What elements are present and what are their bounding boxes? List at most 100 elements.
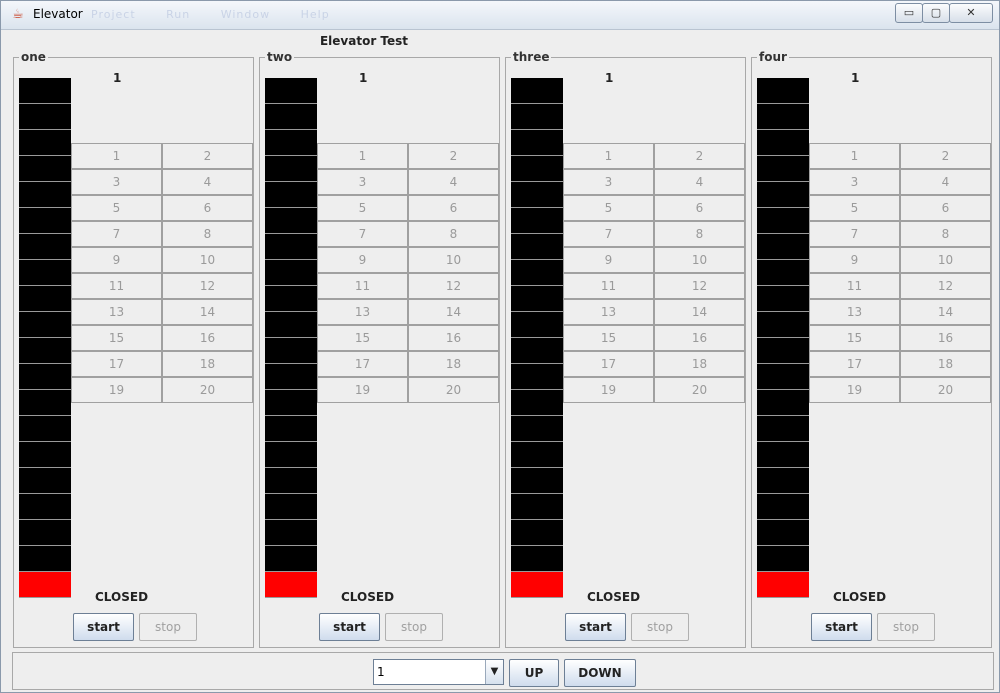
floor-button[interactable]: 12 <box>654 273 745 299</box>
floor-button[interactable]: 11 <box>71 273 162 299</box>
floor-button[interactable]: 18 <box>654 351 745 377</box>
floor-button[interactable]: 6 <box>654 195 745 221</box>
floor-button[interactable]: 11 <box>317 273 408 299</box>
floor-button[interactable]: 20 <box>900 377 991 403</box>
floor-button[interactable]: 9 <box>563 247 654 273</box>
floor-button[interactable]: 4 <box>162 169 253 195</box>
stop-button[interactable]: stop <box>385 613 443 641</box>
floor-button[interactable]: 4 <box>900 169 991 195</box>
floor-button[interactable]: 16 <box>408 325 499 351</box>
title-bar[interactable]: ☕ Elevator Project Run Window Help ▭ ▢ ✕ <box>1 1 999 30</box>
floor-button[interactable]: 16 <box>162 325 253 351</box>
floor-button[interactable]: 4 <box>408 169 499 195</box>
floor-button[interactable]: 3 <box>809 169 900 195</box>
floor-button[interactable]: 17 <box>563 351 654 377</box>
floor-button[interactable]: 5 <box>317 195 408 221</box>
floor-button[interactable]: 2 <box>408 143 499 169</box>
floor-button[interactable]: 15 <box>809 325 900 351</box>
floor-button[interactable]: 16 <box>900 325 991 351</box>
floor-button[interactable]: 18 <box>162 351 253 377</box>
floor-button[interactable]: 17 <box>809 351 900 377</box>
floor-button[interactable]: 12 <box>162 273 253 299</box>
floor-button[interactable]: 19 <box>317 377 408 403</box>
minimize-button[interactable]: ▭ <box>895 3 923 23</box>
floor-button[interactable]: 2 <box>654 143 745 169</box>
floor-button[interactable]: 17 <box>317 351 408 377</box>
floor-button[interactable]: 2 <box>900 143 991 169</box>
floor-button[interactable]: 1 <box>71 143 162 169</box>
floor-button[interactable]: 13 <box>71 299 162 325</box>
floor-button[interactable]: 3 <box>71 169 162 195</box>
close-button[interactable]: ✕ <box>949 3 993 23</box>
floor-button[interactable]: 10 <box>162 247 253 273</box>
shaft-floor-cell <box>265 520 317 546</box>
floor-button[interactable]: 11 <box>809 273 900 299</box>
start-button[interactable]: start <box>319 613 380 641</box>
floor-button[interactable]: 8 <box>408 221 499 247</box>
floor-button[interactable]: 7 <box>563 221 654 247</box>
floor-button[interactable]: 2 <box>162 143 253 169</box>
floor-button[interactable]: 16 <box>654 325 745 351</box>
floor-button[interactable]: 15 <box>563 325 654 351</box>
floor-button[interactable]: 17 <box>71 351 162 377</box>
floor-button[interactable]: 6 <box>408 195 499 221</box>
floor-select[interactable]: 1 ▼ <box>373 659 504 685</box>
floor-button[interactable]: 19 <box>71 377 162 403</box>
start-button[interactable]: start <box>565 613 626 641</box>
floor-button[interactable]: 5 <box>71 195 162 221</box>
floor-button[interactable]: 18 <box>900 351 991 377</box>
floor-button[interactable]: 19 <box>809 377 900 403</box>
floor-button[interactable]: 20 <box>654 377 745 403</box>
floor-button[interactable]: 3 <box>563 169 654 195</box>
floor-button[interactable]: 18 <box>408 351 499 377</box>
floor-button[interactable]: 6 <box>162 195 253 221</box>
floor-button[interactable]: 15 <box>71 325 162 351</box>
stop-button[interactable]: stop <box>631 613 689 641</box>
down-button[interactable]: DOWN <box>564 659 636 687</box>
floor-button[interactable]: 10 <box>900 247 991 273</box>
shaft-floor-cell <box>511 234 563 260</box>
stop-button[interactable]: stop <box>877 613 935 641</box>
stop-button[interactable]: stop <box>139 613 197 641</box>
floor-button[interactable]: 15 <box>317 325 408 351</box>
floor-button[interactable]: 11 <box>563 273 654 299</box>
floor-button[interactable]: 12 <box>408 273 499 299</box>
floor-button[interactable]: 7 <box>317 221 408 247</box>
floor-button[interactable]: 14 <box>654 299 745 325</box>
floor-button[interactable]: 1 <box>317 143 408 169</box>
floor-button[interactable]: 8 <box>162 221 253 247</box>
floor-button[interactable]: 5 <box>563 195 654 221</box>
floor-button[interactable]: 14 <box>408 299 499 325</box>
floor-button[interactable]: 8 <box>900 221 991 247</box>
floor-button[interactable]: 20 <box>408 377 499 403</box>
floor-button[interactable]: 13 <box>563 299 654 325</box>
floor-button[interactable]: 9 <box>317 247 408 273</box>
floor-button[interactable]: 20 <box>162 377 253 403</box>
start-button[interactable]: start <box>811 613 872 641</box>
start-button[interactable]: start <box>73 613 134 641</box>
floor-button[interactable]: 9 <box>809 247 900 273</box>
floor-button[interactable]: 6 <box>900 195 991 221</box>
floor-button[interactable]: 13 <box>809 299 900 325</box>
floor-button[interactable]: 10 <box>654 247 745 273</box>
floor-button[interactable]: 4 <box>654 169 745 195</box>
floor-button[interactable]: 1 <box>809 143 900 169</box>
floor-button[interactable]: 7 <box>71 221 162 247</box>
floor-button[interactable]: 7 <box>809 221 900 247</box>
maximize-button[interactable]: ▢ <box>922 3 950 23</box>
floor-button[interactable]: 8 <box>654 221 745 247</box>
chevron-down-icon[interactable]: ▼ <box>485 660 503 684</box>
shaft-floor-cell <box>511 286 563 312</box>
floor-button[interactable]: 3 <box>317 169 408 195</box>
floor-button[interactable]: 13 <box>317 299 408 325</box>
floor-button[interactable]: 12 <box>900 273 991 299</box>
floor-button[interactable]: 14 <box>900 299 991 325</box>
floor-button[interactable]: 5 <box>809 195 900 221</box>
floor-button[interactable]: 1 <box>563 143 654 169</box>
floor-button[interactable]: 14 <box>162 299 253 325</box>
floor-button[interactable]: 10 <box>408 247 499 273</box>
shaft-floor-cell <box>19 338 71 364</box>
floor-button[interactable]: 19 <box>563 377 654 403</box>
floor-button[interactable]: 9 <box>71 247 162 273</box>
up-button[interactable]: UP <box>509 659 559 687</box>
